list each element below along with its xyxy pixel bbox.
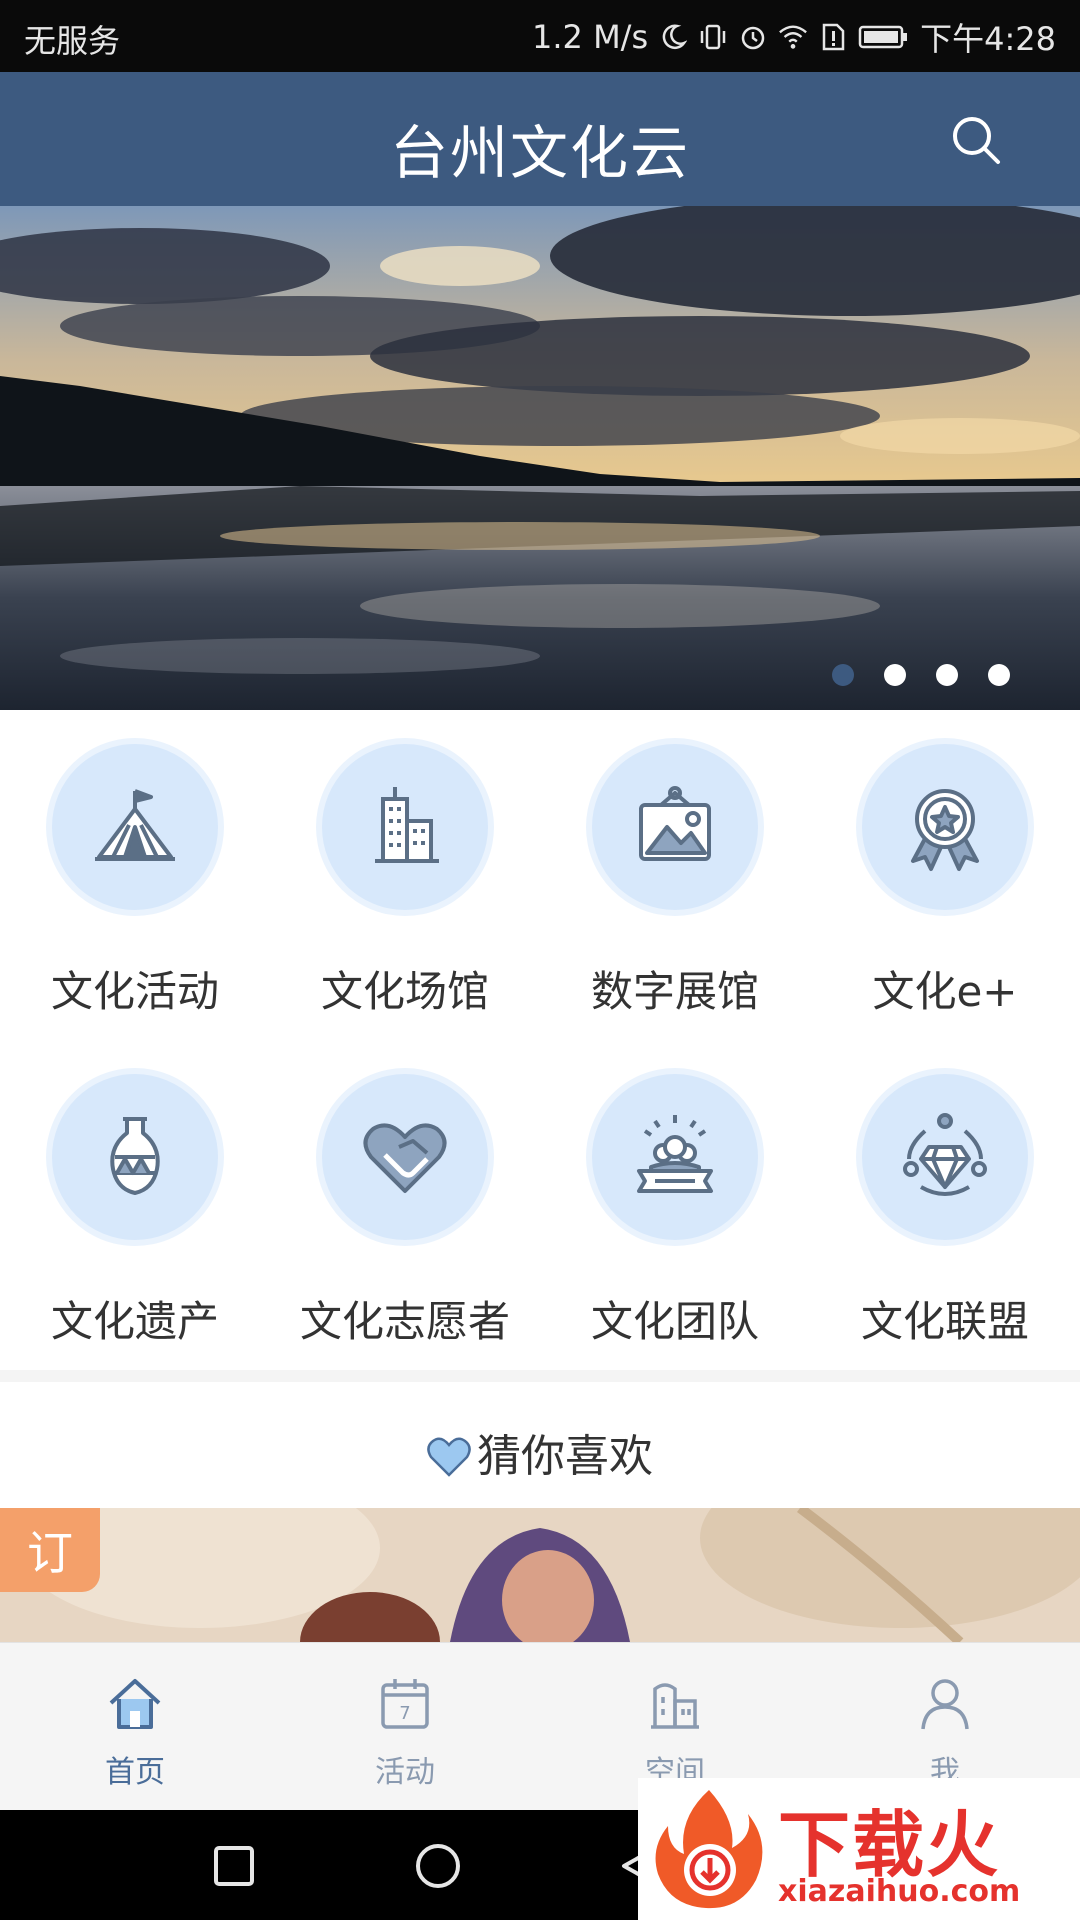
carrier-label: 无服务 — [24, 22, 121, 60]
building-icon — [322, 744, 488, 910]
medal-icon — [862, 744, 1028, 910]
tab-home[interactable]: 首页 — [0, 1643, 270, 1811]
category-label: 文化场馆 — [320, 967, 489, 1016]
subscribe-badge[interactable]: 订 — [0, 1508, 100, 1592]
banner-carousel[interactable] — [0, 206, 1080, 710]
flame-logo-icon — [655, 1790, 763, 1909]
battery-icon — [858, 22, 910, 52]
tab-activities[interactable]: 7 活动 — [270, 1643, 540, 1811]
page-title: 台州文化云 — [389, 119, 690, 187]
building-icon — [651, 1683, 699, 1729]
category-label: 文化团队 — [590, 1297, 759, 1346]
moon-icon — [658, 22, 688, 52]
alarm-icon — [738, 22, 768, 52]
carousel-dot[interactable] — [936, 664, 958, 686]
category-label: 文化活动 — [50, 967, 219, 1016]
search-icon[interactable] — [948, 112, 1004, 168]
app-header: 台州文化云 — [0, 72, 1080, 206]
person-icon — [921, 1679, 969, 1730]
home-icon — [109, 1679, 161, 1729]
status-bar: 无服务 1.2 M/s 下午4:28 — [0, 0, 1080, 72]
category-venues[interactable]: 文化场馆 — [270, 710, 540, 1040]
calendar-icon: 7 — [381, 1679, 429, 1729]
vase-icon — [52, 1074, 218, 1240]
carousel-dot[interactable] — [832, 664, 854, 686]
carousel-dot[interactable] — [988, 664, 1010, 686]
category-teams[interactable]: 文化团队 — [540, 1040, 810, 1370]
category-label: 文化e+ — [872, 967, 1018, 1016]
calendar-day: 7 — [399, 1703, 410, 1724]
banner-image — [0, 206, 1080, 710]
category-culture-eplus[interactable]: 文化e+ — [810, 710, 1080, 1040]
vibrate-icon — [698, 22, 728, 52]
tent-icon — [52, 744, 218, 910]
category-alliance[interactable]: 文化联盟 — [810, 1040, 1080, 1370]
clock: 下午4:28 — [920, 20, 1056, 58]
status-icons: 1.2 M/s 下午4:28 — [532, 14, 1056, 60]
section-divider — [0, 1370, 1080, 1382]
recommend-card[interactable]: 订 — [0, 1508, 1080, 1642]
watermark-url: xiazaihuo.com — [778, 1874, 1021, 1909]
category-label: 数字展馆 — [590, 967, 759, 1016]
recommend-card-image — [0, 1508, 1080, 1642]
home-nav-icon[interactable] — [414, 1842, 462, 1890]
category-cultural-activities[interactable]: 文化活动 — [0, 710, 270, 1040]
heart-icon — [427, 1435, 471, 1488]
picture-frame-icon — [592, 744, 758, 910]
recommend-section: 猜你喜欢 — [0, 1382, 1080, 1508]
category-grid: 文化活动 文化场馆 数字展馆 文化e+ 文化遗产 文化志愿者 文化团队 文化联盟 — [0, 710, 1080, 1370]
diamond-network-icon — [862, 1074, 1028, 1240]
category-label: 文化联盟 — [860, 1297, 1029, 1346]
heart-handshake-icon — [322, 1074, 488, 1240]
tab-label: 首页 — [105, 1755, 165, 1790]
category-heritage[interactable]: 文化遗产 — [0, 1040, 270, 1370]
recommend-title: 猜你喜欢 — [477, 1431, 653, 1482]
category-volunteers[interactable]: 文化志愿者 — [270, 1040, 540, 1370]
category-label: 文化志愿者 — [299, 1297, 510, 1346]
watermark-logo: 下载火 xiazaihuo.com — [638, 1778, 1080, 1920]
sim-alert-icon — [818, 22, 848, 52]
tab-label: 活动 — [375, 1755, 435, 1790]
wifi-icon — [778, 22, 808, 52]
team-ribbon-icon — [592, 1074, 758, 1240]
category-label: 文化遗产 — [50, 1297, 219, 1346]
carousel-indicators — [832, 664, 1010, 686]
category-digital-museum[interactable]: 数字展馆 — [540, 710, 810, 1040]
network-speed: 1.2 M/s — [532, 18, 649, 56]
recent-apps-icon[interactable] — [210, 1842, 258, 1890]
carousel-dot[interactable] — [884, 664, 906, 686]
